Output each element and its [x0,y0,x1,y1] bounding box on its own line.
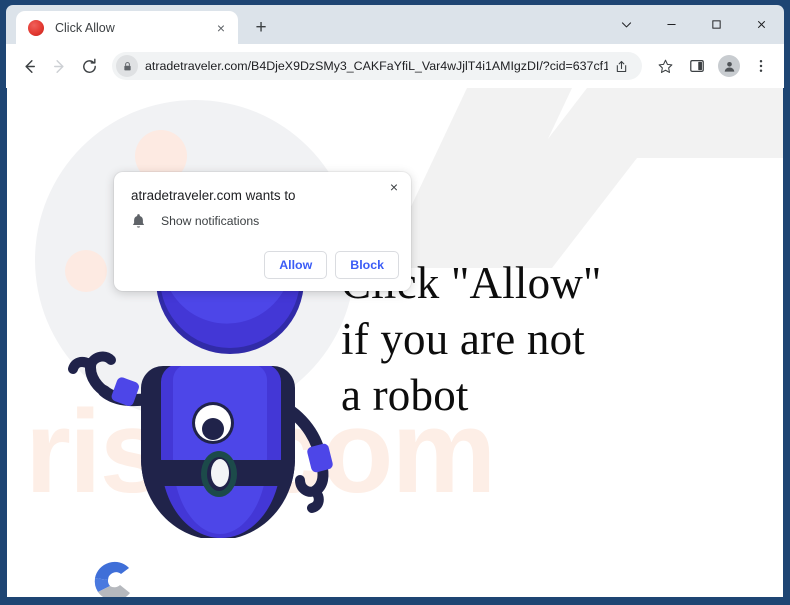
profile-button[interactable] [714,51,744,81]
window-controls [604,5,784,44]
bookmark-button[interactable] [650,51,680,81]
maximize-button[interactable] [694,8,739,41]
tab-favicon-icon [28,19,44,36]
popup-close-button[interactable]: × [383,176,405,198]
letter-c-logo-icon [94,561,130,597]
side-panel-icon [690,60,704,72]
three-dot-menu-icon [759,59,763,73]
browser-toolbar: atradetraveler.com/B4DjeX9DzSMy3_CAKFaYf… [6,44,784,88]
popup-actions: Allow Block [264,251,399,279]
reload-button[interactable] [74,51,104,81]
star-icon [658,59,672,73]
lock-icon[interactable] [116,55,138,77]
minimize-button[interactable] [649,8,694,41]
close-icon [757,20,766,29]
maximize-icon [712,20,721,29]
share-icon[interactable] [608,53,634,79]
notification-permission-popup: × atradetraveler.com wants to Show notif… [114,172,411,291]
forward-arrow-icon [53,59,64,73]
forward-button[interactable] [44,51,74,81]
profile-avatar-icon [718,55,740,77]
tab-title: Click Allow [55,20,115,35]
reload-icon [82,58,96,73]
chevron-down-icon [621,22,632,28]
popup-permission-row: Show notifications [131,213,259,229]
new-tab-button[interactable]: + [247,13,275,41]
tab-strip: Click Allow × + [6,5,784,44]
browser-tab[interactable]: Click Allow × [16,11,238,44]
browser-menu-button[interactable] [746,51,776,81]
bell-icon [132,214,145,228]
captcha-logo: E-CAPTCHA [72,558,182,597]
address-bar-url: atradetraveler.com/B4DjeX9DzSMy3_CAKFaYf… [145,59,608,73]
block-button[interactable]: Block [335,251,399,279]
allow-button[interactable]: Allow [264,251,328,279]
close-window-button[interactable] [739,8,784,41]
back-button[interactable] [14,51,44,81]
tab-search-button[interactable] [604,8,649,41]
minimize-icon [667,24,676,25]
side-panel-button[interactable] [682,51,712,81]
tab-close-icon[interactable]: × [212,19,230,37]
address-bar[interactable]: atradetraveler.com/B4DjeX9DzSMy3_CAKFaYf… [112,52,642,80]
popup-title: atradetraveler.com wants to [131,188,296,203]
back-arrow-icon [24,59,35,73]
browser-window: Click Allow × + atradetraveler.com/B4Dje… [0,0,790,605]
popup-permission-label: Show notifications [161,214,260,228]
page-content: risk.com [7,88,783,597]
